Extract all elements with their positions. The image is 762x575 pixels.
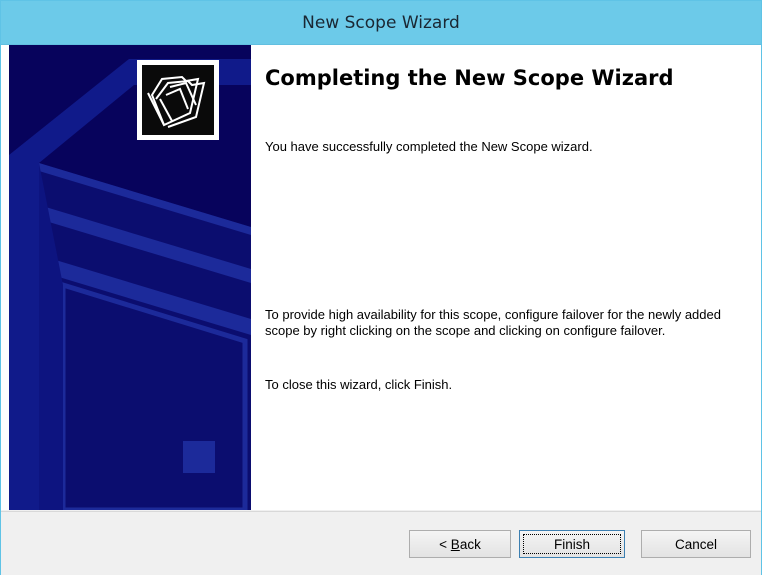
back-button-prefix: < (439, 536, 451, 552)
window-title: New Scope Wizard (302, 12, 460, 33)
folders-glyph (147, 75, 206, 128)
cancel-button[interactable]: Cancel (641, 530, 751, 558)
page-title: Completing the New Scope Wizard (265, 66, 674, 90)
wizard-content: Completing the New Scope Wizard You have… (1, 45, 761, 510)
folder-wizard-icon (137, 60, 219, 140)
finish-button[interactable]: Finish (519, 530, 625, 558)
wizard-window: New Scope Wizard Completing the New Scop… (0, 0, 762, 575)
wizard-sidebar-banner (9, 45, 251, 510)
back-button-rest: ack (459, 536, 481, 552)
completion-message: You have successfully completed the New … (265, 139, 593, 154)
back-button[interactable]: < Back (409, 530, 511, 558)
failover-instructions: To provide high availability for this sc… (265, 307, 721, 338)
close-instructions: To close this wizard, click Finish. (265, 377, 453, 392)
back-button-accelerator: B (450, 536, 460, 552)
focus-rectangle (523, 534, 621, 554)
wizard-main-panel: Completing the New Scope Wizard You have… (265, 45, 745, 510)
button-bar: < Back Finish Cancel (1, 511, 761, 575)
cancel-button-label: Cancel (674, 536, 718, 552)
title-bar[interactable]: New Scope Wizard (1, 1, 761, 45)
